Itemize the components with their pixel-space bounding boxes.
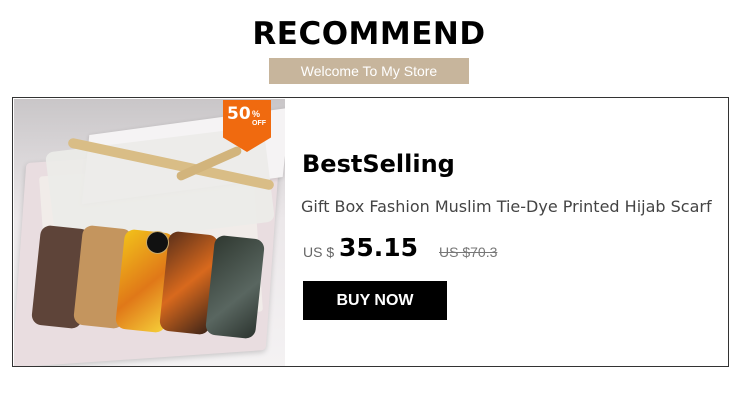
recommend-title: RECOMMEND: [252, 16, 486, 52]
discount-percent: %: [252, 109, 261, 119]
product-card[interactable]: 50 % OFF BestSelling Gift Box Fashion Mu…: [12, 97, 729, 367]
current-price: 35.15: [339, 233, 419, 262]
product-title[interactable]: BestSelling: [302, 150, 455, 178]
product-description[interactable]: Gift Box Fashion Muslim Tie-Dye Printed …: [301, 197, 727, 216]
product-image[interactable]: 50 % OFF: [14, 99, 285, 366]
price-currency: US $: [303, 244, 335, 260]
store-welcome-banner: Welcome To My Store: [269, 58, 469, 84]
thank-you-sticker: [146, 231, 169, 254]
original-price: US $70.3: [439, 244, 498, 260]
discount-off: OFF: [252, 120, 266, 127]
buy-now-button[interactable]: BUY NOW: [303, 281, 447, 320]
discount-value: 50: [227, 104, 251, 124]
scarf-green-tie-dye: [204, 234, 266, 340]
